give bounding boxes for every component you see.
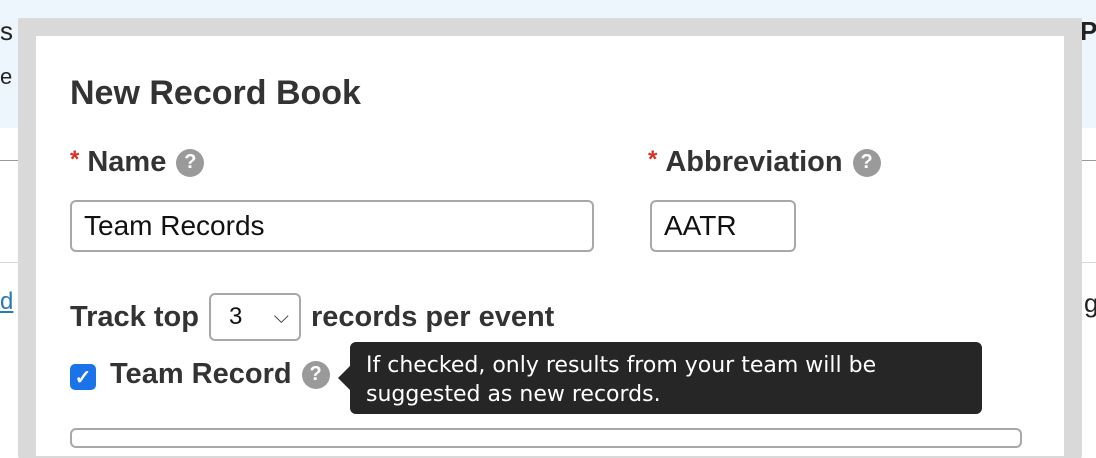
track-count-value: 3	[228, 303, 243, 330]
team-record-label-text: Team Record	[110, 358, 292, 390]
name-input[interactable]	[70, 200, 594, 252]
records-per-event-label: records per event	[310, 300, 555, 333]
name-field-label: * Name ?	[70, 145, 205, 179]
background-text-fragment: e	[0, 64, 13, 89]
abbreviation-label-text: Abbreviation	[665, 146, 843, 178]
background-text-fragment: P	[1080, 16, 1096, 46]
track-count-select[interactable]: 3 ⌵	[208, 293, 301, 341]
team-record-tooltip: If checked, only results from your team …	[338, 342, 982, 414]
chevron-down-icon: ⌵	[273, 305, 289, 328]
background-link-fragment[interactable]: d	[0, 288, 13, 316]
track-top-row: Track top 3 ⌵ records per event	[70, 292, 554, 342]
required-marker: *	[70, 145, 80, 173]
abbreviation-input[interactable]	[650, 200, 796, 252]
background-text-fragment: s	[0, 16, 13, 46]
help-icon[interactable]: ?	[176, 148, 205, 177]
checkmark-icon: ✓	[74, 366, 92, 389]
dialog-title: New Record Book	[70, 74, 361, 112]
help-icon[interactable]: ?	[852, 148, 881, 177]
required-marker: *	[648, 145, 658, 173]
background-text-fragment: g	[1084, 288, 1096, 318]
abbreviation-field-label: * Abbreviation ?	[648, 146, 881, 179]
next-field-input[interactable]	[70, 428, 1022, 448]
team-record-checkbox[interactable]: ✓	[70, 364, 96, 390]
team-record-label[interactable]: Team Record ?	[110, 358, 330, 391]
track-top-label: Track top	[70, 300, 199, 333]
help-icon[interactable]: ?	[301, 360, 330, 389]
name-label-text: Name	[87, 146, 167, 178]
